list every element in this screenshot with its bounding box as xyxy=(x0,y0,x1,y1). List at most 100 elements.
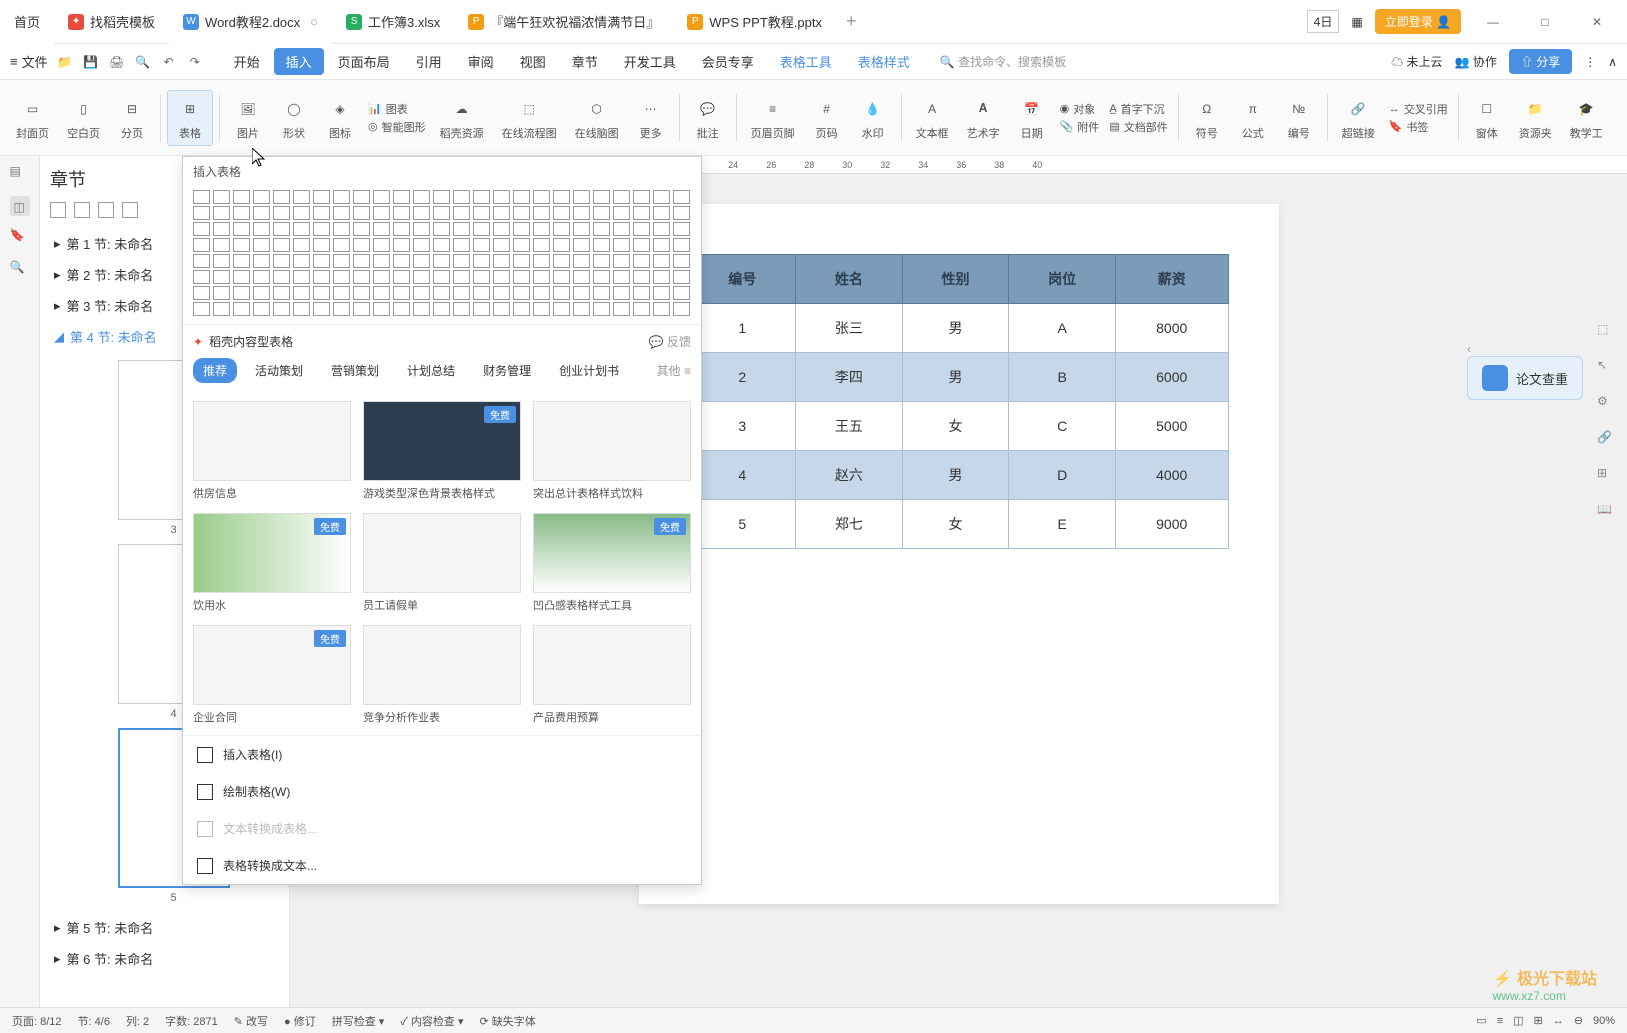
grid-cell[interactable] xyxy=(373,222,390,236)
rb-icon[interactable]: ◈图标 xyxy=(318,91,362,145)
rb-number[interactable]: №编号 xyxy=(1277,91,1321,145)
rb-header[interactable]: ≡页眉页脚 xyxy=(743,91,803,145)
tab-table-tools[interactable]: 表格工具 xyxy=(768,48,844,75)
grid-cell[interactable] xyxy=(473,270,490,284)
grid-cell[interactable] xyxy=(553,206,570,220)
grid-cell[interactable] xyxy=(433,270,450,284)
tab-view[interactable]: 视图 xyxy=(508,48,558,75)
grid-cell[interactable] xyxy=(193,222,210,236)
grid-cell[interactable] xyxy=(193,206,210,220)
grid-cell[interactable] xyxy=(613,238,630,252)
grid-cell[interactable] xyxy=(293,302,310,316)
grid-cell[interactable] xyxy=(613,206,630,220)
grid-cell[interactable] xyxy=(573,190,590,204)
grid-cell[interactable] xyxy=(633,302,650,316)
grid-cell[interactable] xyxy=(353,190,370,204)
grid-cell[interactable] xyxy=(453,302,470,316)
rb-chart[interactable]: 📊 图表 xyxy=(368,101,426,117)
grid-cell[interactable] xyxy=(353,270,370,284)
grid-cell[interactable] xyxy=(513,222,530,236)
nav-icon[interactable]: ◫ xyxy=(10,196,30,216)
grid-cell[interactable] xyxy=(653,302,670,316)
grid-cell[interactable] xyxy=(333,302,350,316)
grid-cell[interactable] xyxy=(253,286,270,300)
grid-cell[interactable] xyxy=(193,270,210,284)
grid-cell[interactable] xyxy=(653,286,670,300)
nav-add-icon[interactable] xyxy=(98,202,114,218)
select-icon[interactable]: ⬚ xyxy=(1597,322,1617,342)
rb-smartart[interactable]: ◎ 智能图形 xyxy=(368,119,426,135)
grid-cell[interactable] xyxy=(653,270,670,284)
grid-cell[interactable] xyxy=(633,270,650,284)
grid-cell[interactable] xyxy=(553,238,570,252)
grid-cell[interactable] xyxy=(633,222,650,236)
settings-icon[interactable]: ⚙ xyxy=(1597,394,1617,414)
search-icon[interactable]: 🔍 xyxy=(10,260,30,280)
open-icon[interactable]: 📁 xyxy=(56,53,74,71)
grid-cell[interactable] xyxy=(533,302,550,316)
view-web-icon[interactable]: ◫ xyxy=(1513,1014,1523,1027)
print-icon[interactable]: 🖨 xyxy=(108,53,126,71)
grid-cell[interactable] xyxy=(593,254,610,268)
grid-cell[interactable] xyxy=(253,206,270,220)
grid-cell[interactable] xyxy=(513,238,530,252)
rb-date[interactable]: 📅日期 xyxy=(1010,91,1054,145)
sb-page[interactable]: 页面: 8/12 xyxy=(12,1013,62,1029)
grid-cell[interactable] xyxy=(333,286,350,300)
grid-cell[interactable] xyxy=(433,254,450,268)
grid-cell[interactable] xyxy=(353,302,370,316)
rb-equation[interactable]: π公式 xyxy=(1231,91,1275,145)
grid-cell[interactable] xyxy=(593,190,610,204)
grid-cell[interactable] xyxy=(313,270,330,284)
grid-cell[interactable] xyxy=(373,254,390,268)
grid-cell[interactable] xyxy=(333,222,350,236)
stats-icon[interactable]: 4日 xyxy=(1307,10,1340,33)
grid-cell[interactable] xyxy=(193,286,210,300)
grid-cell[interactable] xyxy=(633,238,650,252)
grid-cell[interactable] xyxy=(193,302,210,316)
close-icon[interactable]: ○ xyxy=(310,14,318,29)
grid-cell[interactable] xyxy=(573,254,590,268)
grid-cell[interactable] xyxy=(553,190,570,204)
rb-attach[interactable]: 📎 附件 xyxy=(1060,119,1100,135)
grid-cell[interactable] xyxy=(493,270,510,284)
grid-cell[interactable] xyxy=(573,206,590,220)
grid-cell[interactable] xyxy=(313,254,330,268)
grid-cell[interactable] xyxy=(253,254,270,268)
grid-cell[interactable] xyxy=(333,206,350,220)
grid-cell[interactable] xyxy=(193,238,210,252)
grid-cell[interactable] xyxy=(493,302,510,316)
grid-cell[interactable] xyxy=(553,222,570,236)
grid-cell[interactable] xyxy=(573,302,590,316)
tab-member[interactable]: 会员专享 xyxy=(690,48,766,75)
book-icon[interactable]: 📖 xyxy=(1597,502,1617,522)
grid-cell[interactable] xyxy=(673,286,690,300)
grid-cell[interactable] xyxy=(213,206,230,220)
grid-cell[interactable] xyxy=(233,270,250,284)
grid-cell[interactable] xyxy=(213,238,230,252)
grid-cell[interactable] xyxy=(633,190,650,204)
grid-cell[interactable] xyxy=(673,254,690,268)
grid-cell[interactable] xyxy=(333,270,350,284)
rb-mindmap[interactable]: ⬡在线脑图 xyxy=(567,91,627,145)
grid-cell[interactable] xyxy=(413,206,430,220)
rb-comment[interactable]: 💬批注 xyxy=(686,91,730,145)
grid-cell[interactable] xyxy=(613,222,630,236)
grid-cell[interactable] xyxy=(453,286,470,300)
grid-cell[interactable] xyxy=(193,254,210,268)
share-button[interactable]: ⇧ 分享 xyxy=(1509,49,1572,74)
close-button[interactable]: ✕ xyxy=(1577,7,1617,37)
rb-resource[interactable]: 📁资源夹 xyxy=(1511,91,1560,145)
grid-cell[interactable] xyxy=(393,238,410,252)
template-item[interactable]: 突出总计表格样式饮料 xyxy=(533,401,691,501)
insert-table-menu[interactable]: 插入表格(I) xyxy=(183,736,701,773)
grid-cell[interactable] xyxy=(433,238,450,252)
tab-ppt1[interactable]: P『端午狂欢祝福浓情满节日』 xyxy=(454,0,673,44)
grid-cell[interactable] xyxy=(613,270,630,284)
rb-bookmark[interactable]: 🔖 书签 xyxy=(1389,119,1448,135)
nav-section-5[interactable]: ▸ 第 5 节: 未命名 xyxy=(50,912,279,943)
rb-pagenum[interactable]: #页码 xyxy=(805,91,849,145)
grid-cell[interactable] xyxy=(373,302,390,316)
chevron-left-icon[interactable]: ‹ xyxy=(1467,342,1471,356)
grid-cell[interactable] xyxy=(553,254,570,268)
